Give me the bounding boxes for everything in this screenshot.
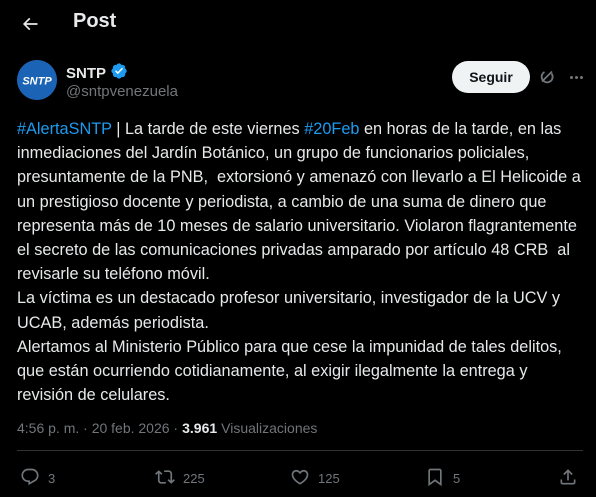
author-handle[interactable]: @sntpvenezuela bbox=[66, 83, 178, 100]
heart-icon bbox=[290, 467, 310, 490]
action-bar: 3 225 125 5 bbox=[0, 463, 596, 495]
repost-icon bbox=[155, 467, 175, 490]
like-button[interactable]: 125 bbox=[290, 467, 340, 490]
share-button[interactable] bbox=[558, 467, 578, 490]
follow-button[interactable]: Seguir bbox=[452, 61, 530, 93]
views-label: Visualizaciones bbox=[221, 420, 318, 436]
views-count: 3.961 bbox=[182, 420, 218, 436]
bookmark-count: 5 bbox=[453, 471, 461, 486]
grok-icon[interactable] bbox=[538, 67, 558, 87]
divider bbox=[17, 450, 583, 451]
author-name-row[interactable]: SNTP bbox=[66, 62, 128, 85]
page-title: Post bbox=[73, 10, 117, 32]
post-text-segment: en horas de la tarde, en las inmediacion… bbox=[17, 120, 581, 405]
top-bar: Post bbox=[0, 0, 596, 46]
post-text: #AlertaSNTP | La tarde de este viernes #… bbox=[17, 117, 583, 407]
reply-icon bbox=[20, 467, 40, 490]
sntp-logo: SNTP bbox=[17, 60, 57, 100]
bookmark-icon bbox=[425, 467, 445, 490]
post-text-segment: | La tarde de este viernes bbox=[111, 120, 305, 138]
avatar[interactable]: SNTP bbox=[17, 60, 57, 100]
reply-button[interactable]: 3 bbox=[20, 467, 55, 490]
author-name[interactable]: SNTP bbox=[66, 65, 106, 82]
post-meta: 4:56 p. m. · 20 feb. 2026 · 3.961 Visual… bbox=[17, 420, 317, 436]
repost-count: 225 bbox=[183, 471, 205, 486]
repost-button[interactable]: 225 bbox=[155, 467, 205, 490]
bookmark-button[interactable]: 5 bbox=[425, 467, 460, 490]
svg-text:SNTP: SNTP bbox=[22, 76, 52, 88]
like-count: 125 bbox=[318, 471, 340, 486]
verified-badge-icon bbox=[110, 62, 128, 85]
share-icon bbox=[558, 467, 578, 490]
hashtag-link[interactable]: #20Feb bbox=[304, 120, 359, 138]
reply-count: 3 bbox=[48, 471, 56, 486]
hashtag-link[interactable]: #AlertaSNTP bbox=[17, 120, 112, 138]
post-timestamp[interactable]: 4:56 p. m. · 20 feb. 2026 · bbox=[17, 420, 178, 436]
back-arrow-icon[interactable] bbox=[16, 10, 44, 38]
more-options-icon[interactable] bbox=[566, 67, 586, 87]
